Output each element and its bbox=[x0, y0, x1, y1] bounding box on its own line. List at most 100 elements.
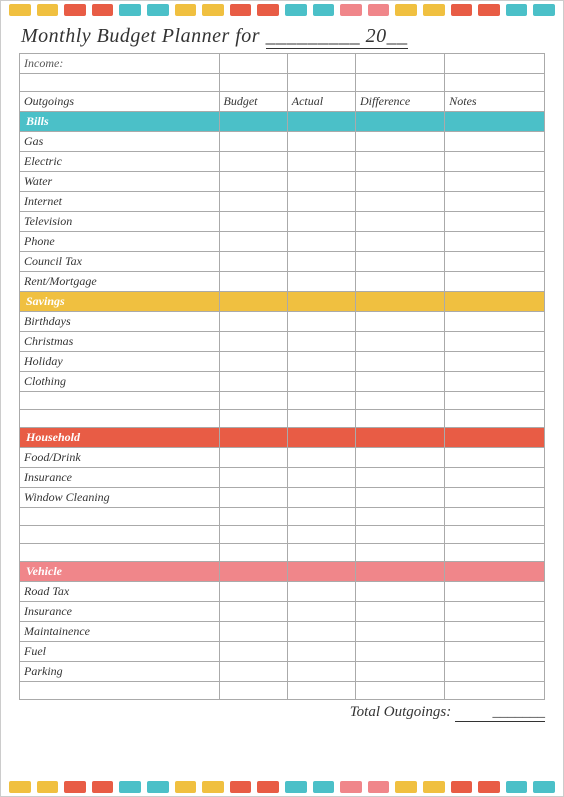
table-row: Window Cleaning bbox=[20, 488, 545, 508]
row-cell bbox=[445, 488, 545, 508]
row-cell bbox=[445, 468, 545, 488]
budget-planner-page: Monthly Budget Planner for _________ 20_… bbox=[0, 0, 564, 797]
row-label: Food/Drink bbox=[20, 448, 220, 468]
row-cell bbox=[287, 642, 355, 662]
row-cell bbox=[445, 132, 545, 152]
deco-block bbox=[478, 781, 500, 793]
row-cell bbox=[219, 212, 287, 232]
total-area: Total Outgoings: _______ bbox=[1, 700, 563, 724]
deco-block bbox=[533, 781, 555, 793]
table-row: Holiday bbox=[20, 352, 545, 372]
row-cell bbox=[287, 252, 355, 272]
row-label: Maintainence bbox=[20, 622, 220, 642]
deco-block bbox=[37, 4, 59, 16]
deco-block bbox=[451, 4, 473, 16]
row-cell bbox=[445, 332, 545, 352]
table-row: Electric bbox=[20, 152, 545, 172]
row-cell bbox=[356, 232, 445, 252]
household-items: Food/DrinkInsuranceWindow Cleaning bbox=[20, 448, 545, 508]
table-row: Rent/Mortgage bbox=[20, 272, 545, 292]
deco-block bbox=[533, 4, 555, 16]
vehicle-items: Road TaxInsuranceMaintainenceFuelParking bbox=[20, 582, 545, 682]
row-cell bbox=[445, 172, 545, 192]
row-label: Window Cleaning bbox=[20, 488, 220, 508]
row-cell bbox=[356, 272, 445, 292]
household-spacer3 bbox=[20, 544, 545, 562]
deco-block bbox=[257, 4, 279, 16]
budget-table: Income: Outgoings Budget Actual Differen… bbox=[19, 53, 545, 700]
row-cell bbox=[287, 448, 355, 468]
deco-block bbox=[368, 781, 390, 793]
row-cell bbox=[219, 172, 287, 192]
deco-block bbox=[313, 781, 335, 793]
row-cell bbox=[219, 132, 287, 152]
bills-header-row: Bills bbox=[20, 112, 545, 132]
row-label: Gas bbox=[20, 132, 220, 152]
deco-block bbox=[340, 781, 362, 793]
table-row: Fuel bbox=[20, 642, 545, 662]
savings-spacer2 bbox=[20, 410, 545, 428]
table-row: Christmas bbox=[20, 332, 545, 352]
row-cell bbox=[356, 622, 445, 642]
deco-block bbox=[64, 4, 86, 16]
total-label: Total Outgoings: bbox=[350, 704, 452, 720]
table-row: Insurance bbox=[20, 602, 545, 622]
deco-block bbox=[119, 4, 141, 16]
row-label: Clothing bbox=[20, 372, 220, 392]
deco-block bbox=[285, 781, 307, 793]
row-label: Phone bbox=[20, 232, 220, 252]
row-cell bbox=[287, 622, 355, 642]
row-cell bbox=[445, 448, 545, 468]
deco-block bbox=[257, 781, 279, 793]
row-label: Electric bbox=[20, 152, 220, 172]
savings-label: Savings bbox=[20, 292, 220, 312]
deco-block bbox=[175, 781, 197, 793]
row-cell bbox=[287, 602, 355, 622]
row-label: Road Tax bbox=[20, 582, 220, 602]
row-cell bbox=[219, 272, 287, 292]
row-cell bbox=[445, 602, 545, 622]
row-cell bbox=[287, 152, 355, 172]
deco-block bbox=[368, 4, 390, 16]
deco-block bbox=[230, 781, 252, 793]
household-spacer1 bbox=[20, 508, 545, 526]
row-cell bbox=[356, 252, 445, 272]
row-cell bbox=[445, 272, 545, 292]
household-spacer2 bbox=[20, 526, 545, 544]
row-cell bbox=[219, 352, 287, 372]
row-label: Council Tax bbox=[20, 252, 220, 272]
row-cell bbox=[287, 582, 355, 602]
table-row: Water bbox=[20, 172, 545, 192]
deco-block bbox=[37, 781, 59, 793]
savings-items: BirthdaysChristmasHolidayClothing bbox=[20, 312, 545, 392]
row-cell bbox=[445, 662, 545, 682]
deco-bottom bbox=[1, 778, 563, 796]
row-cell bbox=[356, 582, 445, 602]
spacer-row bbox=[20, 74, 545, 92]
row-cell bbox=[356, 352, 445, 372]
row-cell bbox=[356, 152, 445, 172]
table-row: Birthdays bbox=[20, 312, 545, 332]
row-cell bbox=[445, 582, 545, 602]
row-label: Television bbox=[20, 212, 220, 232]
row-cell bbox=[445, 312, 545, 332]
row-cell bbox=[287, 312, 355, 332]
deco-block bbox=[285, 4, 307, 16]
deco-block bbox=[64, 781, 86, 793]
row-cell bbox=[219, 252, 287, 272]
table-row: Insurance bbox=[20, 468, 545, 488]
row-cell bbox=[219, 622, 287, 642]
deco-block bbox=[202, 4, 224, 16]
row-cell bbox=[445, 352, 545, 372]
row-cell bbox=[356, 448, 445, 468]
household-label: Household bbox=[20, 428, 220, 448]
row-cell bbox=[356, 312, 445, 332]
main-table-wrap: Income: Outgoings Budget Actual Differen… bbox=[1, 53, 563, 700]
row-cell bbox=[287, 468, 355, 488]
row-cell bbox=[356, 172, 445, 192]
col-notes: Notes bbox=[445, 92, 545, 112]
col-actual: Actual bbox=[287, 92, 355, 112]
deco-top bbox=[1, 1, 563, 19]
row-cell bbox=[445, 192, 545, 212]
row-cell bbox=[219, 662, 287, 682]
